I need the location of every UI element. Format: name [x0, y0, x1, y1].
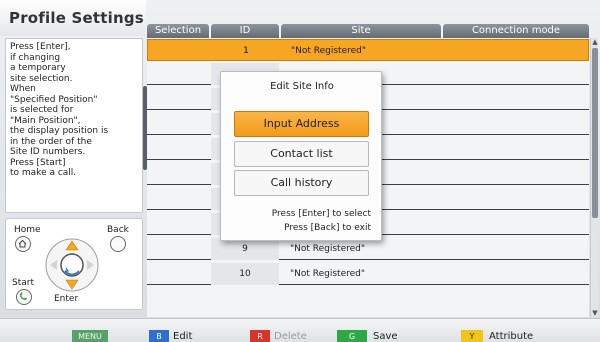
edit-key-label[interactable]: Edit: [173, 330, 192, 342]
home-button[interactable]: [15, 236, 31, 252]
start-label: Start: [12, 278, 34, 288]
table-scrollbar[interactable]: ▲ ▼: [590, 38, 598, 317]
save-key-label[interactable]: Save: [373, 330, 398, 342]
cell-site: "Not Registered": [291, 46, 367, 56]
scroll-down-icon[interactable]: ▼: [591, 309, 599, 317]
back-button[interactable]: [110, 236, 126, 252]
help-line: Press [Start]: [10, 157, 66, 168]
panel-title: Profile Settings: [0, 0, 146, 36]
cell-id: 1: [243, 46, 249, 56]
left-panel: Profile Settings Press [Enter], if chang…: [0, 0, 147, 313]
help-line: "Main Position",: [10, 115, 81, 126]
dialog-hint-exit: Press [Back] to exit: [284, 223, 371, 233]
enter-label: Enter: [54, 294, 79, 304]
cell-site: "Not Registered": [290, 269, 366, 279]
scroll-up-icon[interactable]: ▲: [591, 38, 599, 46]
table-row[interactable]: 10 "Not Registered": [147, 263, 589, 285]
back-label: Back: [107, 225, 129, 235]
help-line: to make a call.: [10, 168, 77, 178]
help-line: Site ID numbers.: [10, 147, 86, 157]
help-line: if changing: [10, 52, 61, 63]
delete-key-label[interactable]: Delete: [274, 330, 307, 342]
input-address-button[interactable]: Input Address: [234, 111, 369, 137]
dialog-hint-select: Press [Enter] to select: [271, 209, 371, 219]
help-text-box: Press [Enter], if changing a temporary s…: [5, 38, 143, 213]
remote-guide: Home Back Start Enter: [5, 218, 143, 310]
blue-key-tag[interactable]: B: [149, 330, 169, 342]
home-icon: [18, 239, 27, 248]
help-line: in the order of the: [10, 136, 92, 147]
dpad-icon[interactable]: [44, 237, 100, 293]
column-header-connection-mode: Connection mode: [443, 24, 589, 38]
table-row[interactable]: 1 "Not Registered": [147, 39, 589, 61]
table-row[interactable]: 9 "Not Registered": [147, 238, 589, 260]
cell-id: 9: [211, 238, 279, 260]
red-key-tag[interactable]: R: [250, 330, 270, 342]
phone-icon: [20, 292, 27, 300]
edit-site-info-dialog: Edit Site Info Input Address Contact lis…: [220, 71, 382, 241]
help-line: site selection.: [10, 73, 73, 84]
attribute-key-label[interactable]: Attribute: [489, 330, 533, 342]
yellow-key-tag[interactable]: Y: [461, 330, 483, 342]
help-line: the display position is: [10, 126, 109, 136]
column-header-site: Site: [281, 24, 441, 38]
cell-site: "Not Registered": [290, 244, 366, 254]
dialog-title: Edit Site Info: [270, 81, 334, 92]
menu-key-tag[interactable]: MENU: [72, 330, 108, 342]
column-header-selection: Selection: [147, 24, 209, 38]
help-line: Press [Enter],: [10, 42, 71, 52]
start-button[interactable]: [16, 289, 32, 305]
table-scroll-thumb[interactable]: [592, 48, 598, 218]
bottom-key-bar: MENU B Edit R Delete G Save Y Attribute: [0, 318, 600, 342]
help-line: "Specified Position": [10, 94, 98, 105]
call-history-button[interactable]: Call history: [234, 170, 369, 196]
table-header: Selection ID Site Connection mode: [147, 24, 589, 38]
home-label: Home: [14, 225, 41, 235]
green-key-tag[interactable]: G: [337, 330, 367, 342]
help-line: is selected for: [10, 105, 74, 115]
help-line: When: [10, 84, 36, 94]
cell-id: 10: [211, 263, 279, 285]
help-line: a temporary: [10, 63, 66, 73]
contact-list-button[interactable]: Contact list: [234, 141, 369, 167]
column-header-id: ID: [211, 24, 279, 38]
